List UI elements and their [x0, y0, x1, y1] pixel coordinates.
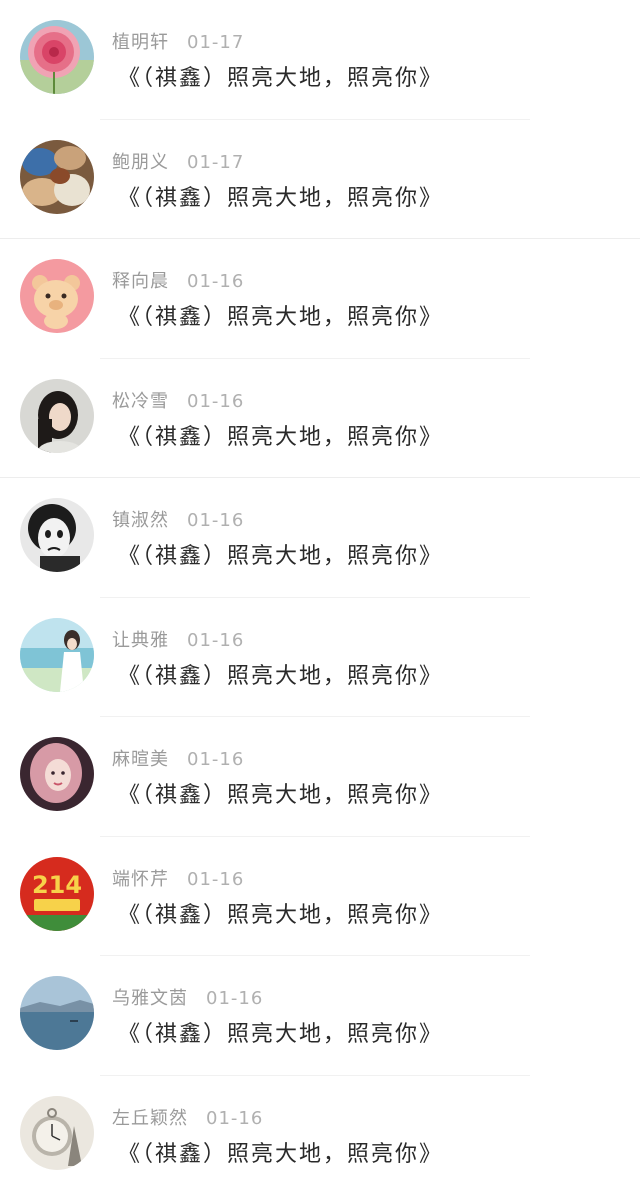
- sender-name: 松冷雪: [112, 390, 169, 412]
- avatar[interactable]: [20, 378, 94, 453]
- list-item[interactable]: 镇淑然 01-16 《（祺鑫）照亮大地，照亮你》: [0, 478, 640, 598]
- list-item[interactable]: 植明轩 01-17 《（祺鑫）照亮大地，照亮你》: [0, 0, 640, 120]
- sender-line: 让典雅 01-16: [112, 626, 244, 652]
- sender-line: 松冷雪 01-16: [112, 387, 244, 413]
- cartoon-bear-avatar-icon: [20, 259, 94, 333]
- avatar[interactable]: [20, 737, 94, 811]
- avatar[interactable]: [20, 139, 94, 214]
- sender-line: 端怀芹 01-16: [112, 865, 244, 891]
- message-text: 《（祺鑫）照亮大地，照亮你》: [118, 1141, 444, 1167]
- sender-name: 麻暄美: [112, 749, 169, 770]
- sender-line: 乌雅文茵 01-16: [112, 984, 263, 1010]
- sender-line: 植明轩 01-17: [112, 28, 244, 54]
- message-text: 《（祺鑫）照亮大地，照亮你》: [118, 424, 444, 450]
- message-text: 《（祺鑫）照亮大地，照亮你》: [118, 783, 444, 808]
- sender-name: 端怀芹: [112, 868, 169, 890]
- list-item[interactable]: 左丘颖然 01-16 《（祺鑫）照亮大地，照亮你》: [0, 1076, 640, 1193]
- message-text: 《（祺鑫）照亮大地，照亮你》: [118, 305, 444, 330]
- avatar[interactable]: [20, 617, 94, 692]
- message-date: 01-16: [187, 271, 245, 292]
- sender-name: 乌雅文茵: [112, 988, 188, 1009]
- avatar[interactable]: [20, 498, 94, 572]
- message-date: 01-17: [187, 32, 245, 53]
- list-item[interactable]: 214 端怀芹 01-16 《（祺鑫）照亮大地，照亮你》: [0, 837, 640, 956]
- lakeside-girl-avatar-icon: [20, 617, 94, 692]
- avatar[interactable]: [20, 1095, 94, 1170]
- list-item[interactable]: 松冷雪 01-16 《（祺鑫）照亮大地，照亮你》: [0, 359, 640, 478]
- sender-name: 左丘颖然: [112, 1107, 188, 1129]
- sender-name: 让典雅: [112, 629, 169, 651]
- message-text: 《（祺鑫）照亮大地，照亮你》: [118, 663, 444, 689]
- avatar[interactable]: [20, 259, 94, 333]
- valentines-214-avatar-icon: 214: [20, 856, 94, 931]
- girl-portrait-avatar-icon: [20, 378, 94, 453]
- sender-name: 植明轩: [112, 32, 169, 53]
- message-date: 01-16: [187, 868, 245, 890]
- message-date: 01-17: [187, 151, 245, 173]
- message-text: 《（祺鑫）照亮大地，照亮你》: [118, 902, 444, 928]
- pocket-watch-avatar-icon: [20, 1095, 94, 1170]
- message-date: 01-16: [187, 390, 245, 412]
- message-text: 《（祺鑫）照亮大地，照亮你》: [118, 544, 444, 569]
- sender-name: 镇淑然: [112, 510, 169, 531]
- avatar[interactable]: [20, 976, 94, 1050]
- shells-avatar-icon: [20, 139, 94, 214]
- avatar-label: 214: [32, 871, 82, 899]
- avatar[interactable]: [20, 20, 94, 94]
- message-date: 01-16: [206, 988, 264, 1009]
- message-date: 01-16: [187, 510, 245, 531]
- message-list: 植明轩 01-17 《（祺鑫）照亮大地，照亮你》 鲍朋义 01-17 《（祺鑫）照亮…: [0, 0, 640, 1193]
- message-text: 《（祺鑫）照亮大地，照亮你》: [118, 185, 444, 211]
- sender-line: 镇淑然 01-16: [112, 506, 244, 532]
- lake-landscape-avatar-icon: [20, 976, 94, 1050]
- message-text: 《（祺鑫）照亮大地，照亮你》: [118, 1022, 444, 1047]
- sender-line: 麻暄美 01-16: [112, 745, 244, 771]
- list-item[interactable]: 麻暄美 01-16 《（祺鑫）照亮大地，照亮你》: [0, 717, 640, 837]
- avatar[interactable]: 214: [20, 856, 94, 931]
- sender-name: 鲍朋义: [112, 151, 169, 173]
- sender-line: 左丘颖然 01-16: [112, 1104, 263, 1130]
- list-item[interactable]: 让典雅 01-16 《（祺鑫）照亮大地，照亮你》: [0, 598, 640, 717]
- list-item[interactable]: 乌雅文茵 01-16 《（祺鑫）照亮大地，照亮你》: [0, 956, 640, 1076]
- mime-face-avatar-icon: [20, 498, 94, 572]
- list-item[interactable]: 鲍朋义 01-17 《（祺鑫）照亮大地，照亮你》: [0, 120, 640, 239]
- list-item[interactable]: 释向晨 01-16 《（祺鑫）照亮大地，照亮你》: [0, 239, 640, 359]
- message-date: 01-16: [206, 1107, 264, 1129]
- pink-hair-girl-avatar-icon: [20, 737, 94, 811]
- message-date: 01-16: [187, 629, 245, 651]
- sender-line: 释向晨 01-16: [112, 267, 244, 293]
- message-text: 《（祺鑫）照亮大地，照亮你》: [118, 66, 444, 91]
- sender-line: 鲍朋义 01-17: [112, 148, 244, 174]
- sender-name: 释向晨: [112, 271, 169, 292]
- message-date: 01-16: [187, 749, 245, 770]
- flower-avatar-icon: [20, 20, 94, 94]
